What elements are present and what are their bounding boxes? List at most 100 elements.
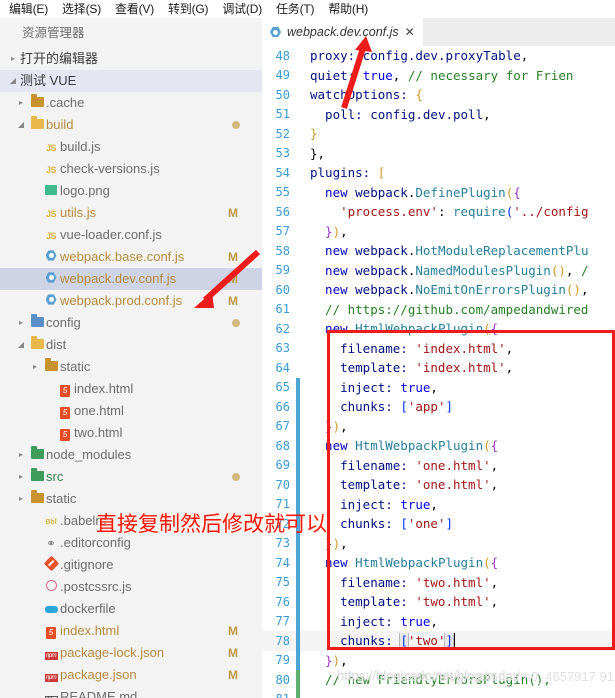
tab-webpack-dev-conf[interactable]: webpack.dev.conf.js ✕ [262,18,423,46]
tree-item-check-versions-js[interactable]: ▸JScheck-versions.js [0,158,262,180]
tree-item--postcssrc-js[interactable]: ▸.postcssrc.js [0,576,262,598]
js-icon: JS [45,164,57,175]
tree-item-dockerfile[interactable]: ▸dockerfile [0,598,262,620]
code-line[interactable]: 51 poll: config.dev.poll, [262,105,615,125]
close-icon[interactable]: ✕ [405,25,415,39]
npm-icon: npm [44,652,58,660]
folder-icon [28,488,46,510]
gutter-modified-marker [296,377,300,397]
code-token: quiet: [310,67,363,83]
tree-item-build[interactable]: ◢ build [0,114,262,136]
menu-item-select[interactable]: 选择(S) [55,0,108,18]
code-line[interactable]: 48 proxy: config.dev.proxyTable, [262,46,615,66]
menu-item-goto[interactable]: 转到(G) [161,0,215,18]
menu-item-tasks[interactable]: 任务(T) [269,0,321,18]
tree-item-label: index.html [60,623,120,638]
chevron-right-icon[interactable]: ▸ [14,92,28,114]
code-text: new webpack.NamedModulesPlugin(), / [310,263,615,278]
code-line[interactable]: 56 'process.env': require('../config [262,202,615,222]
tree-item-webpack-base-conf-js[interactable]: ▸webpack.base.conf.jsM [0,246,262,268]
code-line[interactable]: 59 new webpack.NamedModulesPlugin(), / [262,261,615,281]
chevron-right-icon[interactable]: ▸ [14,466,28,488]
tree-item-dist[interactable]: ◢ dist [0,334,262,356]
section-open-editors[interactable]: ▸ 打开的编辑器 [0,48,262,70]
line-number: 56 [275,204,290,219]
tree-item-config[interactable]: ▸ config [0,312,262,334]
code-line[interactable]: 55 new webpack.DefinePlugin({ [262,183,615,203]
code-token: () [565,282,581,298]
tree-item-one-html[interactable]: ▸5one.html [0,400,262,422]
markdown-icon: M↓ [42,686,60,698]
menu-item-help[interactable]: 帮助(H) [321,0,375,18]
tree-item-label: config [46,315,81,330]
code-line[interactable]: 52} [262,124,615,144]
tree-item-utils-js[interactable]: ▸JSutils.jsM [0,202,262,224]
code-token: new [310,243,356,259]
tree-item-readme-md[interactable]: ▸M↓README.md [0,686,262,698]
code-line[interactable]: 58 new webpack.HotModuleReplacementPlu [262,241,615,261]
code-token: ) [332,223,341,239]
gutter-modified-marker [296,631,300,651]
menu-item-debug[interactable]: 调试(D) [215,0,269,18]
code-line[interactable]: 49 quiet: true, // necessary for Frien [262,66,615,86]
code-text: new webpack.DefinePlugin({ [310,185,615,200]
code-line[interactable]: 81 [262,689,615,698]
tree-item-index-html[interactable]: ▸5index.htmlM [0,620,262,642]
tree-item-build-js[interactable]: ▸JSbuild.js [0,136,262,158]
tree-item-index-html[interactable]: ▸5index.html [0,378,262,400]
code-line[interactable]: 54 plugins: [ [262,163,615,183]
tree-item-node-modules[interactable]: ▸ node_modules [0,444,262,466]
menu-bar: 编辑(E) 选择(S) 查看(V) 转到(G) 调试(D) 任务(T) 帮助(H… [0,0,615,18]
chevron-right-icon[interactable]: ▸ [28,356,42,378]
code-token: webpack [355,282,408,298]
code-token: }, [310,145,326,161]
code-line[interactable]: 57 }), [262,222,615,242]
status-badge-modified: M [228,272,238,286]
gutter-marker [296,319,300,339]
chevron-right-icon[interactable]: ▸ [14,312,28,334]
code-token: NamedModulesPlugin [415,262,551,278]
status-badge-modified: M [228,206,238,220]
gutter-modified-marker [296,397,300,417]
tree-item-src[interactable]: ▸ src [0,466,262,488]
tree-item-two-html[interactable]: ▸5two.html [0,422,262,444]
code-line[interactable]: 53}, [262,144,615,164]
folder-blue-icon [28,312,46,334]
folder-icon [42,356,60,378]
gutter-modified-marker [296,553,300,573]
code-line[interactable]: 50 watchOptions: { [262,85,615,105]
chevron-down-icon[interactable]: ◢ [14,334,28,356]
tree-item-webpack-dev-conf-js[interactable]: ▸webpack.dev.conf.jsM [0,268,262,290]
code-token: { [415,87,423,103]
code-token: [ [377,165,386,181]
section-label: 测试 VUE [20,73,77,88]
section-project-root[interactable]: ◢ 测试 VUE [0,70,262,92]
chevron-down-icon[interactable]: ◢ [14,114,28,136]
docker-icon [42,598,60,620]
tree-item-webpack-prod-conf-js[interactable]: ▸webpack.prod.conf.jsM [0,290,262,312]
tree-item--cache[interactable]: ▸ .cache [0,92,262,114]
gutter-marker [296,358,300,378]
line-number: 70 [275,477,290,492]
tree-item-static[interactable]: ▸ static [0,488,262,510]
tree-item-logo-png[interactable]: ▸logo.png [0,180,262,202]
gutter-marker [296,144,300,164]
gutter-modified-marker [296,455,300,475]
chevron-right-icon[interactable]: ▸ [14,444,28,466]
tree-item-vue-loader-conf-js[interactable]: ▸JSvue-loader.conf.js [0,224,262,246]
menu-item-edit[interactable]: 编辑(E) [2,0,55,18]
tree-item-static[interactable]: ▸ static [0,356,262,378]
code-text: plugins: [ [310,165,615,180]
tree-item-package-json[interactable]: ▸npmpackage.jsonM [0,664,262,686]
code-text: watchOptions: { [310,87,615,102]
editorconfig-icon: ⚭ [46,537,56,550]
tree-item-package-lock-json[interactable]: ▸npmpackage-lock.jsonM [0,642,262,664]
chevron-right-icon[interactable]: ▸ [14,488,28,510]
tree-item-label: .cache [46,95,85,110]
code-line[interactable]: 60 new webpack.NoEmitOnErrorsPlugin(), [262,280,615,300]
tree-item--gitignore[interactable]: ▸.gitignore [0,554,262,576]
menu-item-view[interactable]: 查看(V) [108,0,161,18]
tree-item-label: webpack.prod.conf.js [60,293,183,308]
code-line[interactable]: 61 // https://github.com/ampedandwired [262,300,615,320]
code-token: watchOptions: [310,87,416,103]
